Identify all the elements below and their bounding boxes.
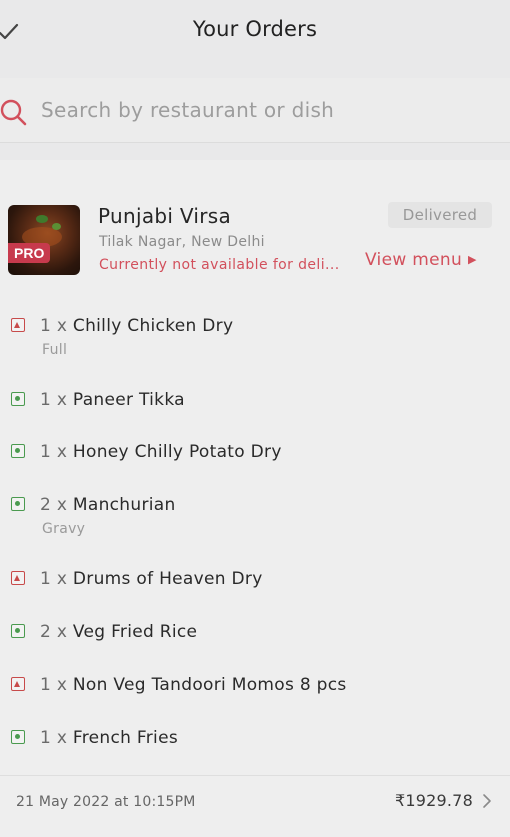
search-icon [0, 99, 27, 126]
restaurant-thumbnail[interactable]: PRO [8, 205, 80, 275]
item-qty: 1 x [40, 675, 68, 695]
availability-note: Currently not available for deli... [99, 257, 340, 273]
item-name: Drums of Heaven Dry [72, 569, 263, 589]
item-variant: Gravy [42, 521, 86, 537]
veg-icon [11, 730, 25, 744]
food-image-garnish [52, 223, 61, 230]
search-input[interactable]: Search by restaurant or dish [41, 98, 334, 122]
search-bar[interactable]: Search by restaurant or dish [0, 78, 510, 143]
nonveg-icon [11, 571, 25, 585]
header: Your Orders [0, 0, 510, 68]
order-date: 21 May 2022 at 10:15PM [16, 794, 196, 810]
veg-icon [11, 497, 25, 511]
restaurant-name[interactable]: Punjabi Virsa [98, 204, 231, 228]
view-menu-label: View menu [365, 250, 463, 270]
item-variant: Full [42, 342, 68, 358]
veg-icon [11, 444, 25, 458]
item-name: Honey Chilly Potato Dry [72, 442, 282, 462]
divider [0, 775, 510, 776]
view-menu-link[interactable]: View menu ▶ [365, 250, 477, 270]
caret-right-icon: ▶ [468, 253, 477, 266]
veg-icon [11, 392, 25, 406]
item-name: Non Veg Tandoori Momos 8 pcs [72, 675, 347, 695]
item-qty: 2 x [40, 495, 68, 515]
order-card[interactable]: PRO Punjabi Virsa Tilak Nagar, New Delhi… [0, 160, 510, 837]
item-qty: 1 x [40, 390, 68, 410]
item-qty: 1 x [40, 569, 68, 589]
status-badge: Delivered [388, 202, 492, 228]
chevron-right-icon[interactable] [482, 793, 492, 809]
item-qty: 2 x [40, 622, 68, 642]
item-name: Paneer Tikka [72, 390, 185, 410]
veg-icon [11, 624, 25, 638]
item-name: Veg Fried Rice [72, 622, 198, 642]
item-qty: 1 x [40, 316, 68, 336]
order-total[interactable]: ₹1929.78 [395, 791, 473, 810]
item-name: Manchurian [72, 495, 176, 515]
page-title: Your Orders [192, 17, 318, 41]
food-image-garnish [36, 215, 48, 223]
item-name: Chilly Chicken Dry [72, 316, 234, 336]
nonveg-icon [11, 677, 25, 691]
nonveg-icon [11, 318, 25, 332]
restaurant-location: Tilak Nagar, New Delhi [99, 234, 265, 250]
item-qty: 1 x [40, 728, 68, 748]
pro-badge: PRO [8, 243, 51, 263]
item-qty: 1 x [40, 442, 68, 462]
item-name: French Fries [72, 728, 178, 748]
